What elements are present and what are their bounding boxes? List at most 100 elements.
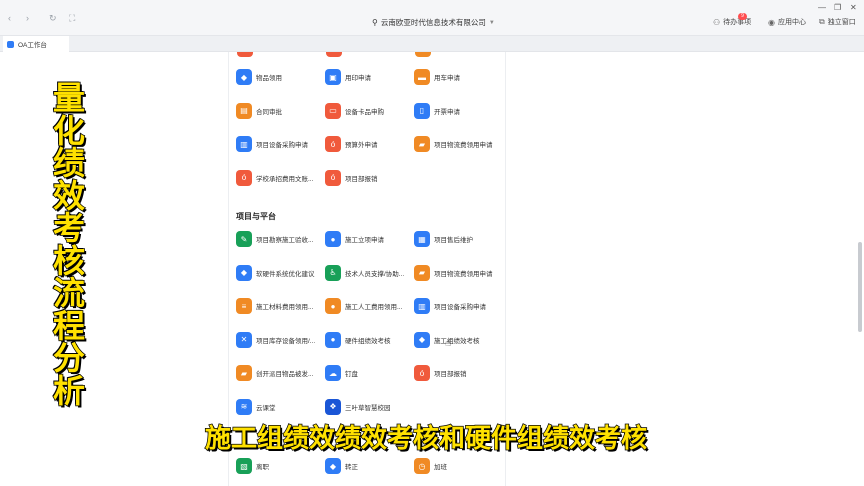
app-item[interactable]: ☁ 钉盘 — [325, 365, 358, 381]
app-item[interactable]: ♿ 技术人员支撑/协助... — [325, 264, 405, 281]
truck-icon: ▰ — [414, 136, 430, 153]
hand-cursor-icon: ☝ — [445, 338, 452, 349]
refresh-icon[interactable]: ↻ — [49, 13, 57, 23]
app-item[interactable]: ▰ 项目物流费领用申请 — [414, 136, 493, 153]
diamond-icon: ◆ — [236, 69, 252, 85]
app-item[interactable]: ◆ 软硬件系统优化建议 — [236, 264, 315, 281]
app-item[interactable]: ✕ 项目库存设备领用/... — [236, 331, 316, 348]
window-icon: ⧉ — [819, 17, 825, 26]
app-item[interactable]: ▯ 开票申请 — [414, 102, 460, 119]
standalone-window-button[interactable]: ⧉ 独立窗口 — [819, 17, 856, 27]
app-label: 合同审批 — [256, 108, 282, 116]
invoice-icon: ▯ — [414, 102, 430, 119]
app-label: 用车申请 — [434, 75, 460, 82]
back-icon[interactable]: ‹ — [8, 13, 11, 23]
app-item[interactable]: ó 项目部报销 — [325, 169, 378, 186]
app-item[interactable]: ▰ 创开派目物品被发... — [236, 365, 313, 381]
todo-badge: 9 — [738, 13, 747, 20]
app-center-icon: ◉ — [768, 17, 775, 27]
tab-oa-workbench[interactable]: OA工作台 — [3, 36, 69, 52]
app-item[interactable]: ▭ 设备卡品申购 — [325, 102, 384, 119]
app-item[interactable]: ▬ 用车申请 — [414, 69, 460, 85]
app-label: 预算外申请 — [345, 142, 378, 150]
org-switcher[interactable]: ⚲ 云南欧亚时代信息技术有限公司 ▼ — [372, 17, 495, 28]
truck-icon: ▰ — [414, 264, 430, 281]
fullscreen-icon[interactable]: ⛶ — [69, 13, 75, 23]
app-item[interactable]: ❖ 三叶草智慧校园 — [325, 398, 391, 415]
app-item[interactable]: ≡ 施工材料费用领用... — [236, 298, 313, 314]
todo-icon: ⚇ — [713, 17, 721, 27]
app-label: 设备卡品申购 — [345, 108, 384, 116]
partial-icon — [326, 52, 342, 57]
tab-bar — [0, 36, 864, 52]
app-label: 技术人员支撑/协助... — [345, 270, 405, 278]
app-item[interactable]: ▥ 项目设备采购申请 — [236, 136, 308, 153]
section-title: 项目与平台 — [236, 212, 276, 221]
app-item[interactable]: ● 硬件组绩效考核 — [325, 331, 391, 348]
overlay-vertical-title: 量化绩效考核流程分析 — [52, 79, 86, 410]
truck-icon: ▰ — [236, 365, 252, 381]
app-label: 项目物流费领用申请 — [434, 270, 493, 278]
app-item[interactable]: ▣ 用印申请 — [325, 69, 371, 85]
app-label: 转正 — [345, 464, 358, 471]
app-label: 用印申请 — [345, 75, 371, 82]
app-item[interactable]: ó 项目部报销 — [414, 365, 467, 381]
tab-label: OA工作台 — [18, 42, 47, 49]
app-label: 项目部报销 — [345, 175, 378, 183]
money-bag-icon: ó — [236, 169, 252, 186]
scrollbar-thumb[interactable] — [858, 242, 862, 332]
person-icon: ● — [325, 231, 341, 247]
accessibility-icon: ♿ — [325, 264, 341, 281]
app-center-button[interactable]: ◉ 应用中心 — [768, 17, 806, 27]
app-item[interactable]: ● 施工立项申请 — [325, 231, 384, 247]
building-icon: ▥ — [414, 298, 430, 314]
app-item[interactable]: ▧ 离职 — [236, 458, 269, 474]
app-label: 施工立项申请 — [345, 237, 384, 244]
diamond-icon: ◆ — [325, 458, 341, 474]
diamond-icon: ◆ — [236, 264, 252, 281]
layers-icon: ≋ — [236, 398, 252, 415]
app-item[interactable]: ▰ 项目物流费领用申请 — [414, 264, 493, 281]
stamp-icon: ▣ — [325, 69, 341, 85]
app-item[interactable]: ◷ 加班 — [414, 458, 447, 474]
app-item[interactable]: ó 学校承招费用文账... — [236, 169, 314, 186]
app-label: 学校承招费用文账... — [256, 175, 314, 183]
server-icon: ≡ — [236, 298, 252, 314]
app-center-label: 应用中心 — [777, 19, 806, 26]
app-label: 钉盘 — [345, 371, 358, 378]
app-item[interactable]: ▦ 项目售后维护 — [414, 231, 473, 247]
app-item[interactable]: ▤ 合同审批 — [236, 102, 282, 119]
app-item[interactable]: ● 施工人工费用领用... — [325, 298, 402, 314]
location-icon: ⚲ — [372, 18, 378, 27]
app-item[interactable]: ✎ 项目勘察施工验收... — [236, 231, 313, 247]
pen-icon: ✎ — [236, 231, 252, 247]
app-label: 云课堂 — [256, 404, 276, 412]
app-label: 硬件组绩效考核 — [345, 337, 391, 345]
oa-icon — [7, 40, 14, 48]
app-item[interactable]: ≋ 云课堂 — [236, 398, 276, 415]
printer-icon: ▦ — [414, 231, 430, 247]
money-bag-icon: ó — [325, 136, 341, 153]
minimize-icon[interactable]: — — [818, 3, 826, 12]
money-bag-icon: ó — [325, 169, 341, 186]
forward-icon[interactable]: › — [26, 13, 29, 23]
app-item[interactable]: ◆ 物品领用 — [236, 69, 282, 85]
app-item[interactable]: ◆ 转正 — [325, 458, 358, 474]
person-icon: ● — [325, 331, 341, 348]
app-item[interactable]: ó 预算外申请 — [325, 136, 378, 153]
app-item[interactable]: ▥ 项目设备采购申请 — [414, 298, 486, 314]
app-label: 软硬件系统优化建议 — [256, 270, 315, 278]
overlay-caption: 施工组绩效绩效考核和硬件组绩效考核 — [204, 423, 648, 455]
app-label: 项目售后维护 — [434, 237, 473, 244]
tools-icon: ✕ — [236, 331, 252, 348]
close-icon[interactable]: ✕ — [850, 3, 857, 12]
app-label: 项目勘察施工验收... — [256, 237, 314, 244]
app-label: 项目库存设备领用/... — [256, 337, 316, 345]
app-label: 施工人工费用领用... — [345, 304, 403, 311]
building-icon: ▥ — [236, 136, 252, 153]
restore-icon[interactable]: ❐ — [834, 3, 841, 12]
app-label: 创开派目物品被发... — [256, 371, 314, 378]
resign-icon: ▧ — [236, 458, 252, 474]
app-label: 施工材料费用领用... — [256, 304, 314, 311]
app-label: 项目物流费领用申请 — [434, 142, 493, 150]
